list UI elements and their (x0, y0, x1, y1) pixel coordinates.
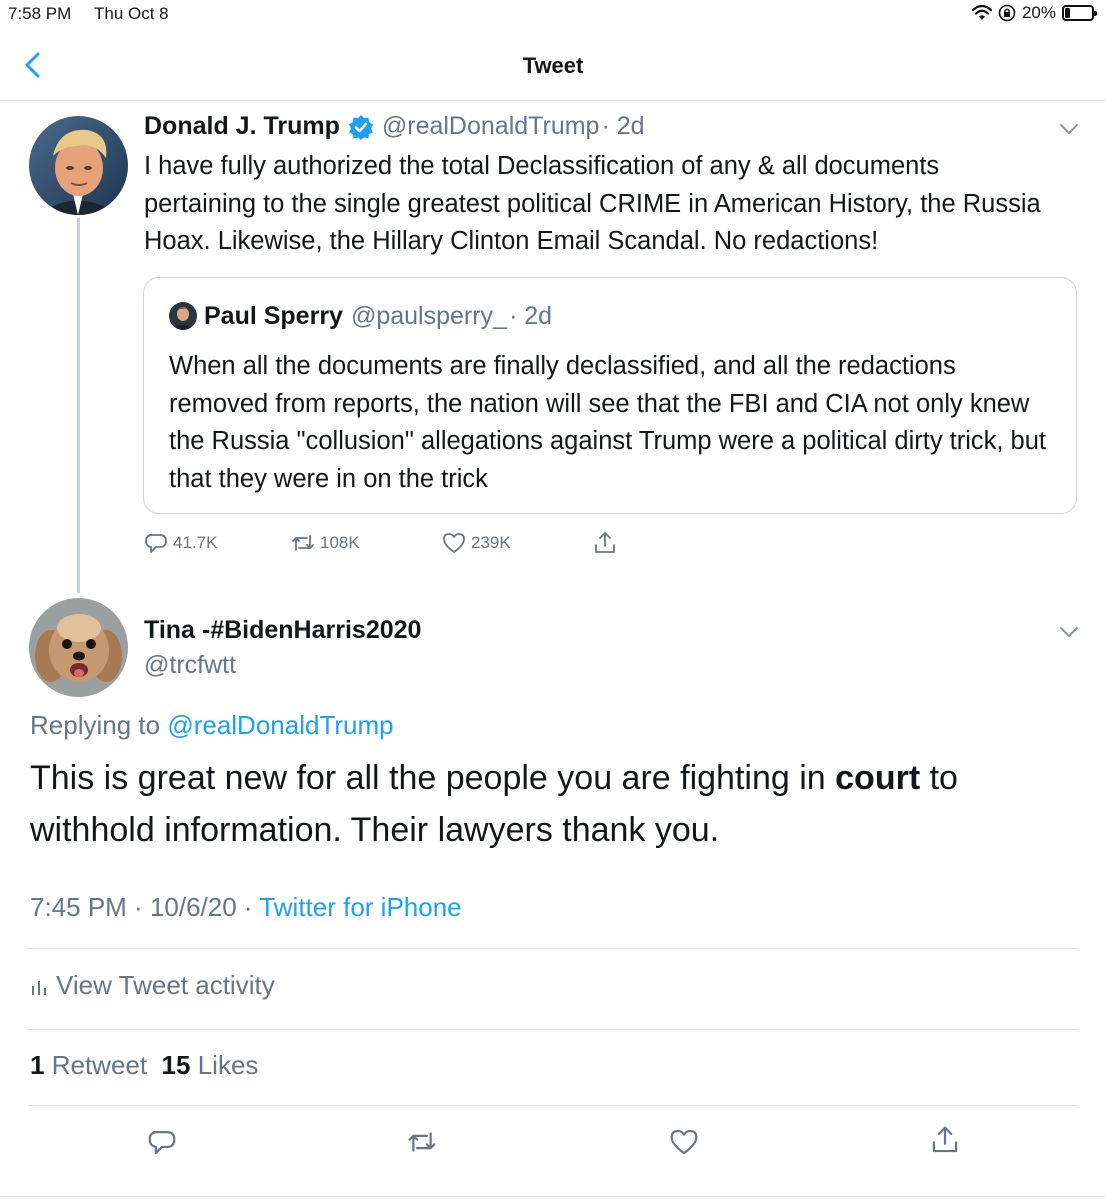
view-tweet-activity-label: View Tweet activity (56, 970, 275, 1000)
tina-avatar[interactable] (29, 598, 128, 697)
heart-icon (670, 1129, 698, 1155)
reply-icon (148, 1131, 176, 1155)
quoted-tweet-text: When all the documents are finally decla… (169, 352, 1047, 493)
quoted-author-handle: @paulsperry_ (350, 302, 507, 330)
like-total-label: Likes (197, 1050, 259, 1080)
divider (28, 1105, 1078, 1106)
retweet-total-label: Retweet (51, 1050, 148, 1080)
tweet-meta: 7:45 PM · 10/6/20 · Twitter for iPhone (30, 892, 462, 922)
analytics-icon (32, 980, 46, 995)
replying-to-label: Replying to (30, 710, 161, 740)
divider (28, 948, 1078, 949)
wifi-icon (971, 5, 992, 20)
reply-action[interactable]: 41.7K (143, 530, 217, 556)
reply-menu-button[interactable] (1058, 625, 1080, 644)
quoted-author-avatar (169, 302, 197, 330)
retweet-action[interactable]: 108K (290, 530, 360, 556)
author-handle[interactable]: @realDonaldTrump (382, 112, 600, 141)
tweet-header: Donald J. Trump @realDonaldTrump · 2d (144, 112, 645, 141)
quoted-header: Paul Sperry @paulsperry_ · 2d (204, 302, 552, 331)
quoted-author-name: Paul Sperry (204, 302, 343, 330)
reply-count: 41.7K (173, 533, 218, 552)
retweet-icon (292, 535, 314, 551)
quoted-tweet-time: · 2d (508, 302, 553, 330)
reply-author-handle[interactable]: @trcfwtt (144, 651, 236, 680)
reply-icon (145, 534, 167, 553)
share-action[interactable] (592, 530, 618, 556)
reply-text-bold: court (835, 759, 921, 797)
reply-text-part: This is great new for all the people you… (30, 759, 836, 797)
dog-photo (29, 598, 128, 697)
share-icon (932, 1126, 958, 1153)
portrait-image (29, 116, 128, 215)
quoted-tweet-card[interactable]: Paul Sperry @paulsperry_ · 2d When all t… (143, 277, 1077, 514)
replying-to-line: Replying to @realDonaldTrump (30, 710, 394, 741)
bottom-divider (0, 1196, 1106, 1197)
thread-line (77, 218, 80, 593)
battery-icon (1062, 5, 1097, 21)
chevron-down-icon (1060, 627, 1078, 637)
orientation-lock-icon (998, 4, 1016, 22)
verified-badge-icon (348, 114, 373, 140)
tweet-time[interactable]: · 2d (601, 112, 644, 141)
share-button[interactable] (929, 1124, 961, 1161)
reply-tweet-text: This is great new for all the people you… (30, 752, 1090, 856)
retweet-total: 1 (30, 1050, 45, 1080)
like-button[interactable] (668, 1126, 700, 1163)
status-date: Thu Oct 8 (94, 4, 169, 23)
status-indicators: 20% (971, 3, 1097, 23)
status-time: 7:58 PM (8, 4, 72, 23)
retweet-icon (408, 1132, 436, 1152)
battery-percent: 20% (1021, 3, 1056, 22)
like-total: 15 (161, 1050, 191, 1080)
likes-stat[interactable]: 15 Likes (162, 1050, 259, 1080)
retweet-count: 108K (320, 533, 360, 552)
reply-author-name[interactable]: Tina -#BidenHarris2020 (144, 616, 421, 645)
chevron-down-icon (1060, 124, 1078, 134)
page-title: Tweet (522, 53, 584, 78)
tweet-timestamp: 7:45 PM (30, 892, 127, 922)
reply-button[interactable] (146, 1126, 178, 1163)
tweet-date: 10/6/20 (149, 892, 237, 922)
retweet-button[interactable] (406, 1126, 438, 1163)
tweet-text: I have fully authorized the total Declas… (144, 152, 1041, 255)
divider (28, 1029, 1078, 1030)
nav-divider (0, 100, 1106, 101)
like-count: 239K (471, 533, 511, 552)
heart-icon (443, 533, 465, 553)
view-tweet-activity-button[interactable]: View Tweet activity (30, 970, 275, 1001)
share-icon (595, 532, 615, 553)
tweet-source-link[interactable]: Twitter for iPhone (259, 892, 461, 922)
trump-avatar[interactable] (29, 116, 128, 215)
tweet-menu-button[interactable] (1058, 122, 1080, 141)
like-action[interactable]: 239K (441, 530, 511, 556)
replying-to-link[interactable]: @realDonaldTrump (167, 710, 393, 740)
engagement-counts: 1 Retweet 15 Likes (30, 1050, 258, 1081)
portrait-image (169, 302, 197, 330)
author-name[interactable]: Donald J. Trump (144, 112, 340, 141)
retweets-stat[interactable]: 1 Retweet (30, 1050, 147, 1080)
